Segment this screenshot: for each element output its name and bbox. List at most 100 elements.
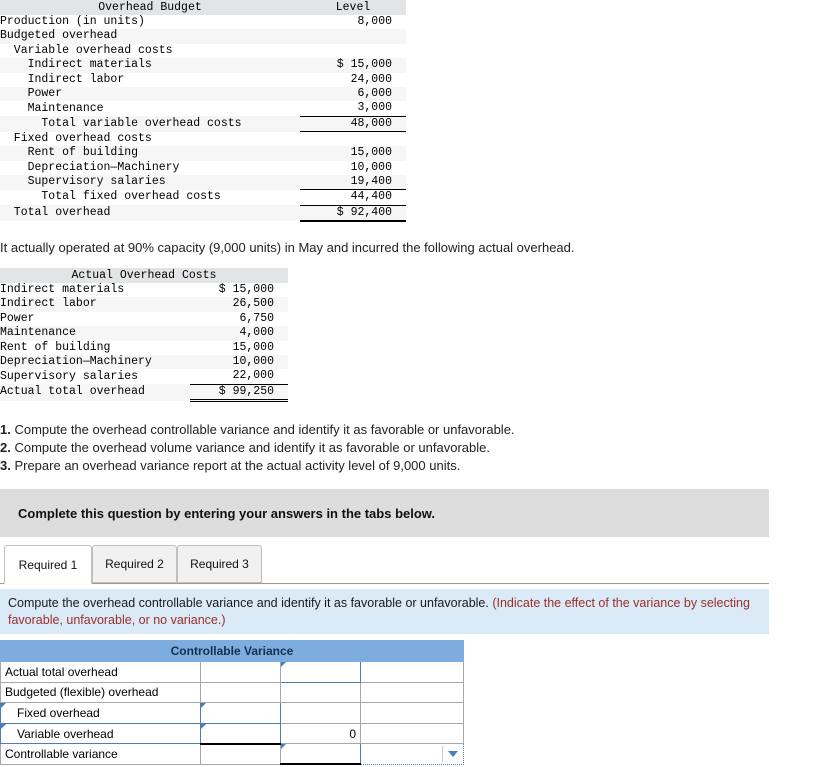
actual-table-title: Actual Overhead Costs [0, 268, 288, 283]
tab-required-1[interactable]: Required 1 [4, 545, 92, 584]
requirement-text: Compute the overhead controllable varian… [10, 422, 515, 437]
row-label: Depreciation—Machinery [0, 160, 180, 174]
row-label: Maintenance [0, 326, 76, 340]
tab-strip-divider [0, 583, 769, 584]
cell-variable-overhead-col4 [360, 722, 464, 745]
row-label: Variable overhead costs [0, 43, 173, 57]
row-label-actual-total-overhead: Actual total overhead [0, 661, 201, 683]
row-value: 15,000 [232, 340, 274, 354]
row-label: Total variable overhead costs [0, 116, 242, 130]
table-row: Total fixed overhead costs 44,400 [0, 189, 406, 206]
row-label: Supervisory salaries [0, 369, 139, 383]
row-value: 48,000 [300, 116, 406, 133]
row-label: Rent of building [0, 340, 111, 354]
table-row: Power 6,000 [0, 87, 406, 102]
question-page: Overhead Budget Level Production (in uni… [0, 0, 822, 767]
row-value: $ 15,000 [336, 58, 392, 72]
table-row: Rent of building 15,000 [0, 340, 288, 356]
instruction-banner: Complete this question by entering your … [0, 489, 769, 537]
row-value: 24,000 [350, 72, 392, 86]
row-value [300, 132, 406, 146]
cell-budgeted-overhead-col3 [280, 681, 361, 704]
cell-budgeted-overhead-col2 [200, 681, 281, 704]
table-row: Total variable overhead costs 48,000 [0, 116, 406, 133]
row-value: $ 99,250 [190, 384, 288, 403]
answer-table-title: Controllable Variance [0, 640, 464, 662]
cell-fixed-overhead-col3 [280, 702, 361, 724]
row-value [300, 44, 406, 58]
table-row: Budgeted (flexible) overhead [0, 681, 464, 704]
table-row: Maintenance 4,000 [0, 326, 288, 341]
requirement-item: 2. Compute the overhead volume variance … [0, 439, 640, 457]
row-label: Production (in units) [0, 15, 145, 28]
row-value [300, 29, 406, 43]
cell-budgeted-overhead-col4 [360, 681, 464, 704]
row-value: 8,000 [357, 15, 392, 28]
input-variable-overhead-label[interactable]: Variable overhead [0, 722, 201, 745]
row-label: Maintenance [0, 101, 104, 115]
table-row: Power 6,750 [0, 311, 288, 327]
tab-required-2[interactable]: Required 2 [92, 545, 177, 583]
table-row: Indirect labor 26,500 [0, 297, 288, 312]
requirement-item: 1. Compute the overhead controllable var… [0, 421, 640, 439]
row-value: 26,500 [232, 297, 274, 311]
table-row: Actual total overhead $ 99,250 [0, 384, 288, 403]
table-row: Depreciation—Machinery 10,000 [0, 160, 406, 175]
requirement-item: 3. Prepare an overhead variance report a… [0, 457, 640, 475]
row-value: 3,000 [300, 101, 406, 117]
row-value: 22,000 [190, 369, 288, 385]
chevron-down-icon [448, 751, 458, 758]
tab-required-3[interactable]: Required 3 [177, 545, 262, 583]
table-row: Indirect materials $ 15,000 [0, 283, 288, 298]
row-value: 6,750 [239, 311, 274, 325]
row-value: 4,000 [239, 326, 274, 340]
tab-strip: Required 1 Required 2 Required 3 [0, 545, 769, 589]
requirement-number: 3. [0, 458, 11, 473]
table-row: Production (in units) 8,000 [0, 15, 406, 30]
requirement-number: 1. [0, 422, 11, 437]
question-prompt-text: Compute the overhead controllable varian… [8, 596, 489, 610]
row-value: 10,000 [232, 355, 274, 369]
row-value: 15,000 [350, 146, 392, 160]
requirements-list: 1. Compute the overhead controllable var… [0, 421, 640, 475]
row-value: 6,000 [357, 87, 392, 101]
row-label-controllable-variance: Controllable variance [0, 743, 201, 765]
row-label: Rent of building [0, 146, 139, 160]
input-fixed-overhead-label[interactable]: Fixed overhead [0, 702, 201, 724]
row-label: Total overhead [0, 206, 111, 220]
table-row: Supervisory salaries 22,000 [0, 369, 288, 385]
instruction-banner-text: Complete this question by entering your … [18, 505, 436, 521]
input-controllable-variance[interactable] [280, 743, 361, 766]
budget-table-title: Overhead Budget [0, 0, 300, 15]
cell-actual-total-overhead-col4 [360, 661, 464, 683]
table-row: Budgeted overhead [0, 29, 406, 44]
row-label: Indirect materials [0, 283, 125, 296]
table-row: Actual total overhead [0, 661, 464, 683]
row-label: Budgeted overhead [0, 29, 118, 43]
tab-label: Required 1 [18, 557, 78, 572]
row-label: Total fixed overhead costs [0, 190, 221, 204]
controllable-variance-answer-table: Controllable Variance Actual total overh… [0, 640, 464, 766]
table-row: Fixed overhead [0, 702, 464, 724]
row-label-budgeted-flexible-overhead: Budgeted (flexible) overhead [0, 681, 201, 704]
row-label: Indirect materials [0, 58, 152, 72]
tab-label: Required 2 [105, 557, 164, 571]
actual-table-header-row: Actual Overhead Costs [0, 268, 288, 283]
row-label: Power [0, 311, 35, 325]
requirement-number: 2. [0, 440, 11, 455]
row-label: Indirect labor [0, 297, 97, 311]
table-row: Variable overhead costs [0, 43, 406, 59]
question-prompt-panel: Compute the overhead controllable varian… [0, 589, 769, 634]
table-row: Rent of building 15,000 [0, 146, 406, 161]
input-fixed-overhead-amount[interactable] [200, 702, 281, 724]
overhead-budget-table: Overhead Budget Level Production (in uni… [0, 0, 406, 223]
cell-fixed-overhead-col4 [360, 702, 464, 724]
intro-text: It actually operated at 90% capacity (9,… [0, 240, 575, 255]
input-variable-overhead-amount[interactable] [200, 722, 281, 745]
table-row: Fixed overhead costs [0, 131, 406, 147]
budget-table-header-row: Overhead Budget Level [0, 0, 406, 15]
input-actual-total-overhead[interactable] [280, 661, 361, 683]
row-value: 44,400 [300, 189, 406, 206]
row-label: Indirect labor [0, 72, 125, 86]
dropdown-variance-effect[interactable] [360, 743, 464, 765]
